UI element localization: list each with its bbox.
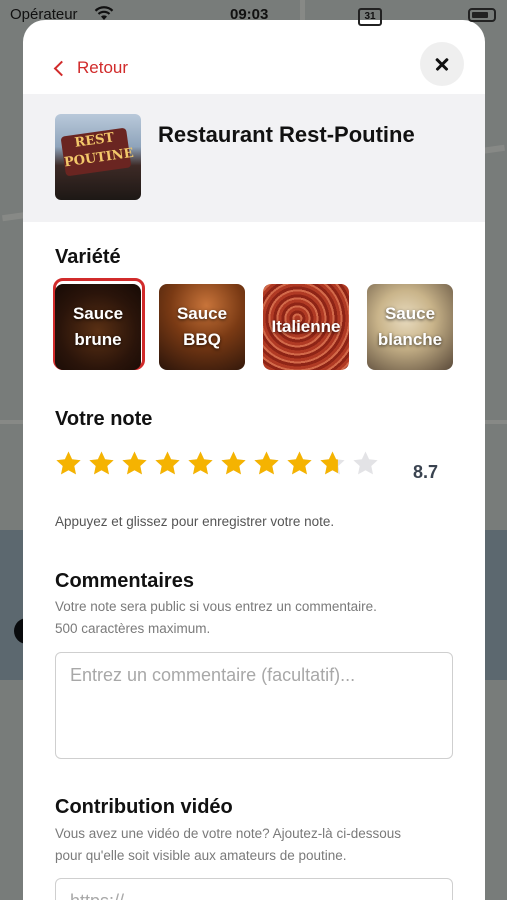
restaurant-name: Restaurant Rest-Poutine — [158, 122, 415, 147]
battery-icon — [468, 8, 496, 22]
comment-input[interactable] — [55, 652, 453, 759]
star-icon[interactable] — [154, 450, 181, 477]
chevron-left-icon — [53, 60, 70, 76]
video-subtitle: Vous avez une vidéo de votre note? Ajout… — [55, 823, 465, 867]
variety-label: Italienne — [271, 317, 341, 336]
rating-sheet: Retour REST POUTINE Restaurant Rest-Pouti… — [23, 20, 485, 900]
video-url-input[interactable] — [55, 878, 453, 900]
star-icon[interactable] — [55, 450, 82, 477]
rating-value: 8.7 — [413, 462, 439, 482]
star-icon[interactable] — [352, 450, 379, 477]
carrier-label: Opérateur — [10, 6, 78, 23]
wifi-icon — [94, 6, 114, 20]
variety-sauce-bbq[interactable]: Sauce BBQ — [159, 284, 245, 370]
star-icon[interactable] — [88, 450, 115, 477]
back-label: Retour — [77, 58, 129, 77]
video-subtitle-line2: pour qu'elle soit visible aux amateurs d… — [55, 848, 347, 863]
star-icon[interactable] — [121, 450, 148, 477]
video-subtitle-line1: Vous avez une vidéo de votre note? Ajout… — [55, 826, 401, 841]
variety-sauce-blanche[interactable]: Sauce blanche — [367, 284, 453, 370]
star-icon[interactable] — [220, 450, 247, 477]
restaurant-photo: REST POUTINE — [55, 114, 141, 200]
rating-hint: Appuyez et glissez pour enregistrer votr… — [55, 514, 335, 529]
variety-italienne[interactable]: Italienne — [263, 284, 349, 370]
clock: 09:03 — [230, 6, 269, 23]
variety-label: Sauce BBQ — [176, 304, 228, 349]
star-rating[interactable] — [55, 450, 379, 477]
star-icon[interactable] — [253, 450, 280, 477]
variety-title: Variété — [55, 246, 121, 268]
variety-label: Sauce brune — [72, 304, 124, 349]
calendar-icon: 31 — [358, 8, 382, 26]
restaurant-sign-logo: REST POUTINE — [60, 127, 135, 177]
back-button[interactable]: Retour — [53, 58, 128, 78]
comments-subtitle: Votre note sera public si vous entrez un… — [55, 596, 465, 640]
close-button[interactable] — [420, 42, 464, 86]
status-bar: Opérateur 09:03 31 — [0, 0, 507, 30]
variety-sauce-brune[interactable]: Sauce brune — [55, 284, 141, 370]
star-icon[interactable] — [286, 450, 313, 477]
video-title: Contribution vidéo — [55, 796, 233, 818]
comments-subtitle-line1: Votre note sera public si vous entrez un… — [55, 599, 377, 614]
star-icon[interactable] — [319, 450, 346, 477]
comments-title: Commentaires — [55, 570, 194, 592]
rating-title: Votre note — [55, 408, 153, 430]
restaurant-header: REST POUTINE Restaurant Rest-Poutine — [23, 94, 485, 222]
comments-subtitle-line2: 500 caractères maximum. — [55, 621, 211, 636]
variety-label: Sauce blanche — [377, 304, 443, 349]
variety-list: Sauce brune Sauce BBQ Italienne Sauce bl… — [55, 284, 453, 370]
sheet-header: Retour — [23, 20, 485, 94]
star-icon[interactable] — [187, 450, 214, 477]
